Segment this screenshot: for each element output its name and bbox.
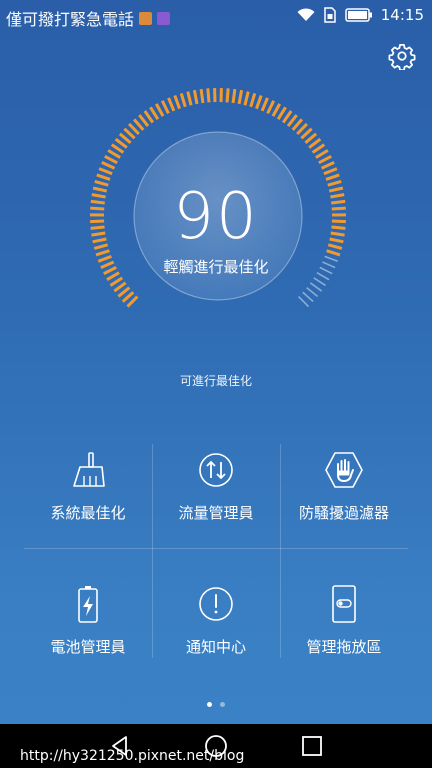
- tile-harassment-filter[interactable]: 防騷擾過濾器: [280, 440, 408, 550]
- gauge-tick: [167, 97, 176, 112]
- gauge-tick: [113, 281, 127, 293]
- notification-gallery-icon: [157, 11, 171, 25]
- gauge-tick: [286, 114, 298, 127]
- gear-icon: [388, 44, 416, 71]
- gauge-tick: [154, 103, 165, 117]
- gauge-tick: [126, 295, 139, 308]
- gauge-tick: [149, 106, 160, 120]
- gauge-tick: [304, 132, 318, 144]
- exclamation-circle-icon: [199, 587, 233, 621]
- gauge-tick: [298, 296, 310, 308]
- tile-label: 系統最佳化: [50, 504, 126, 522]
- tile-battery-manager[interactable]: 電池管理員: [24, 574, 152, 684]
- gauge-tick: [117, 286, 131, 298]
- hand-shield-icon: [325, 452, 363, 488]
- gauge-tick: [173, 95, 181, 110]
- gauge-tick: [192, 89, 199, 105]
- optimize-label[interactable]: 輕觸進行最佳化: [0, 256, 432, 277]
- gauge-tick: [231, 88, 237, 104]
- gauge-tick: [255, 95, 263, 110]
- page-indicator: [0, 702, 432, 707]
- gauge-tick: [309, 282, 323, 292]
- gauge-tick: [114, 137, 128, 149]
- gauge-tick: [243, 91, 250, 106]
- gauge-tick: [260, 97, 269, 112]
- gauge-tick: [128, 122, 140, 136]
- optimization-status: 可進行最佳化: [179, 374, 252, 388]
- tile-label: 流量管理員: [178, 504, 254, 522]
- gauge-tick: [291, 118, 304, 131]
- gauge-tick: [315, 149, 329, 159]
- gauge-tick: [306, 287, 319, 298]
- gauge-tick: [143, 110, 155, 124]
- gauge-tick: [179, 92, 187, 108]
- gauge-tick: [160, 100, 170, 115]
- gauge-tick: [138, 114, 150, 127]
- tile-dropzone-manager[interactable]: 管理拖放區: [280, 574, 408, 684]
- gauge-tick: [104, 154, 118, 165]
- tile-data-manager[interactable]: 流量管理員: [152, 440, 280, 550]
- battery-icon: [345, 8, 372, 22]
- tile-system-optimize[interactable]: 系統最佳化: [24, 440, 152, 550]
- gauge-tick: [206, 88, 211, 103]
- phone-toggle-icon: [332, 585, 356, 623]
- gauge-tick: [249, 92, 257, 108]
- gauge-tick: [237, 89, 244, 105]
- clock: 14:15: [380, 6, 424, 24]
- tools-grid: 系統最佳化 流量管理員 防騷擾過濾器 電池管理員 通知中心 管理拖放區: [24, 440, 408, 660]
- tile-notification-center[interactable]: 通知中心: [152, 574, 280, 684]
- gauge-tick: [308, 137, 322, 149]
- gauge-tick: [276, 106, 287, 120]
- gauge-tick: [302, 291, 314, 303]
- broom-icon: [73, 452, 105, 487]
- wifi-icon: [297, 8, 315, 21]
- notification-app-icon: [139, 11, 153, 25]
- carrier-text: 僅可撥打緊急電話: [6, 10, 135, 29]
- gauge-tick: [101, 160, 116, 170]
- gauge-tick: [271, 103, 282, 117]
- gauge-tick: [98, 167, 113, 176]
- gauge-tick: [107, 149, 121, 159]
- sim-icon: [324, 7, 336, 23]
- gauge-tick: [318, 154, 332, 165]
- gauge-tick: [313, 277, 326, 287]
- gauge-tick: [323, 167, 338, 176]
- gauge-tick: [109, 276, 124, 287]
- page-dot[interactable]: [220, 702, 225, 707]
- gauge-tick: [110, 143, 125, 154]
- gauge-tick: [296, 122, 308, 136]
- watermark-url: http://hy321250.pixnet.net/blog: [20, 748, 245, 764]
- settings-button[interactable]: [388, 42, 416, 71]
- gauge-tick: [311, 143, 326, 154]
- status-right: 14:15: [297, 6, 424, 24]
- data-transfer-icon: [199, 453, 233, 487]
- gauge-tick: [132, 118, 145, 131]
- tile-label: 管理拖放區: [306, 638, 382, 656]
- recents-icon[interactable]: [300, 734, 324, 758]
- score-value[interactable]: 90: [0, 180, 432, 254]
- tile-label: 防騷擾過濾器: [298, 504, 389, 522]
- gauge-tick: [123, 127, 136, 140]
- gauge-tick: [300, 127, 313, 140]
- battery-charging-icon: [78, 586, 98, 623]
- gauge-tick: [121, 291, 135, 303]
- gauge-tick: [325, 173, 340, 181]
- gauge-tick: [186, 91, 193, 106]
- gauge-tick: [225, 88, 230, 103]
- gauge-tick: [118, 132, 132, 144]
- page-dot-active[interactable]: [207, 702, 212, 707]
- tile-label: 通知中心: [185, 638, 246, 656]
- gauge-tick: [96, 173, 111, 181]
- gauge-tick: [199, 88, 205, 104]
- status-left: 僅可撥打緊急電話: [6, 6, 171, 30]
- gauge-tick: [320, 160, 335, 170]
- gauge-tick: [281, 110, 293, 124]
- tile-label: 電池管理員: [50, 638, 126, 656]
- status-bar: 僅可撥打緊急電話 14:15: [0, 0, 432, 32]
- gauge-tick: [266, 100, 276, 115]
